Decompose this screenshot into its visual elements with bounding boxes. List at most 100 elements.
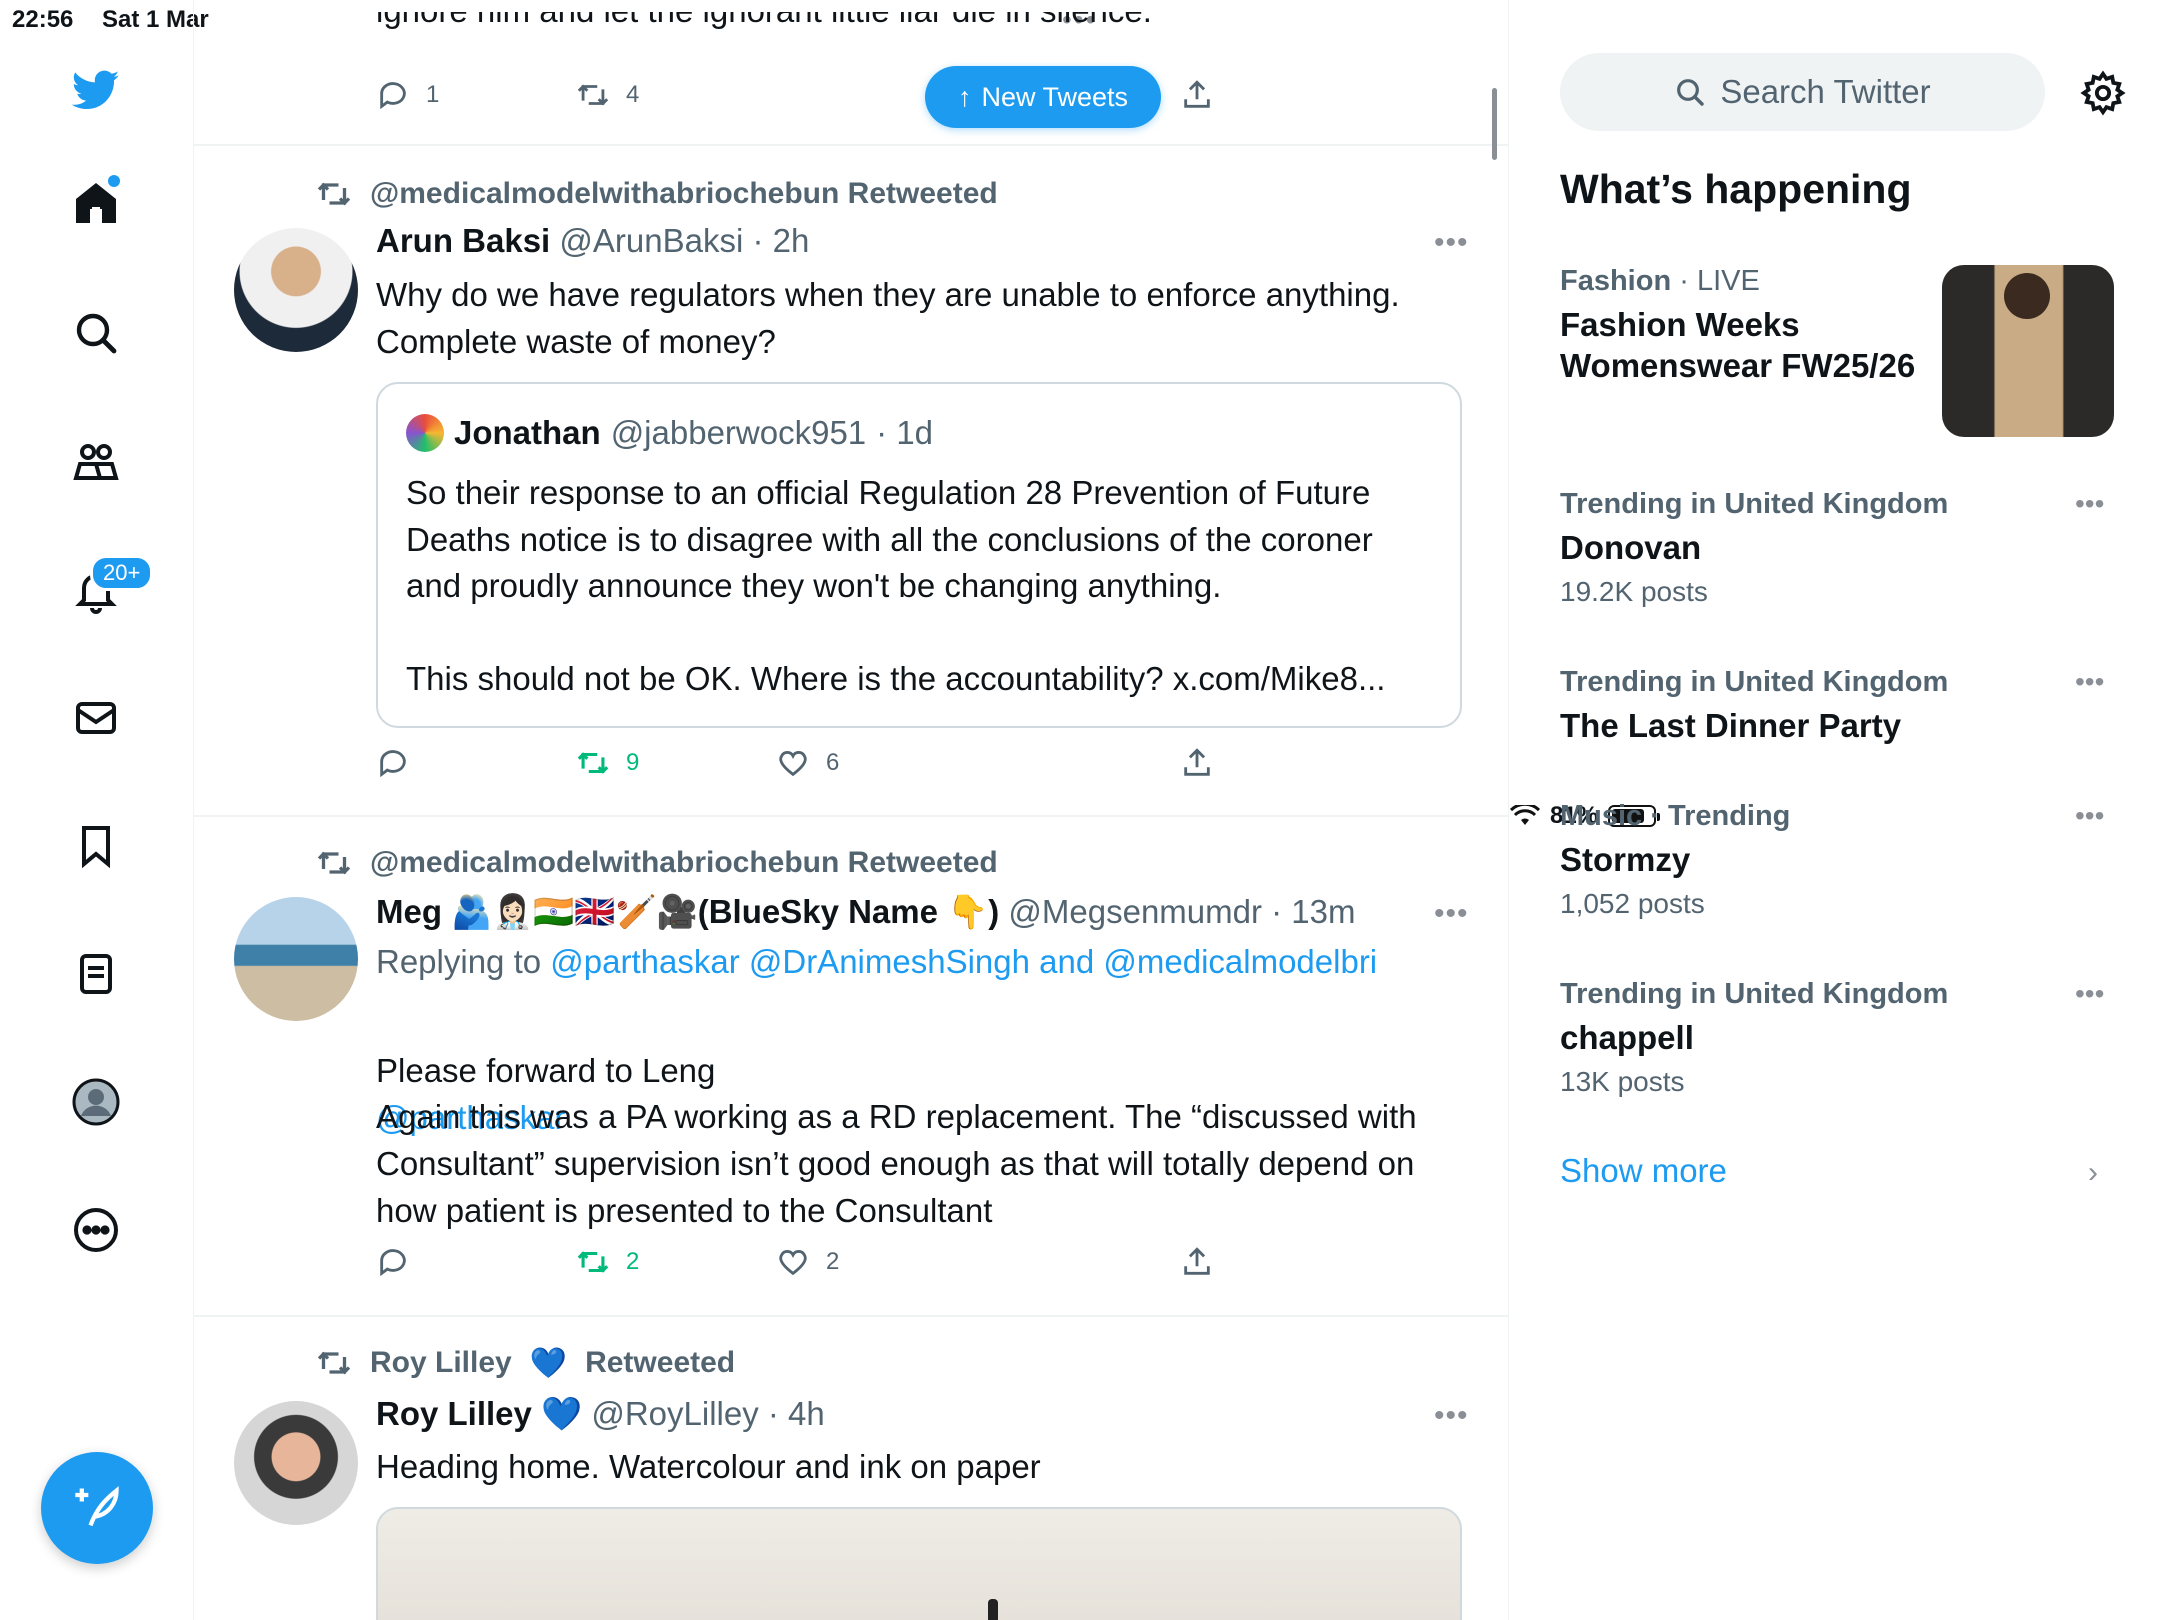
- right-sidebar: Search Twitter What’s happening Fashion …: [1510, 0, 2160, 1620]
- replying-to-links[interactable]: @parthaskar @DrAnimeshSingh and @medical…: [550, 943, 1377, 980]
- tweet-text: Why do we have regulators when they are …: [376, 276, 1400, 360]
- retweeted-by-name: Roy Lilley: [370, 1346, 512, 1379]
- like-count: 6: [826, 749, 840, 776]
- retweeted-suffix: Retweeted: [585, 1346, 736, 1379]
- tweet-partial[interactable]: ignore him and let the ignorant little l…: [194, 0, 1508, 146]
- tweet[interactable]: @medicalmodelwithabriochebun Retweeted M…: [194, 817, 1508, 1317]
- author-name[interactable]: Arun Baksi: [376, 222, 550, 259]
- avatar[interactable]: [234, 897, 358, 1021]
- retweeted-by-label: @medicalmodelwithabriochebun Retweeted: [370, 177, 998, 210]
- search-input[interactable]: Search Twitter: [1560, 53, 2045, 131]
- tweet-header: Roy Lilley 💙 @RoyLilley · 4h: [376, 1395, 825, 1434]
- share-button[interactable]: [1180, 1245, 1214, 1279]
- replying-to: Replying to @parthaskar @DrAnimeshSingh …: [376, 943, 1377, 981]
- quote-header: Jonathan @jabberwock951 · 1d: [406, 414, 933, 452]
- new-tweets-button[interactable]: ↑ New Tweets: [925, 66, 1161, 128]
- trend-thumbnail-image[interactable]: [1942, 265, 2114, 437]
- tweet-time[interactable]: · 13m: [1271, 893, 1355, 930]
- trend-item[interactable]: Music · Trending Stormzy 1,052 posts: [1560, 800, 2120, 920]
- retweet-button[interactable]: 9: [576, 746, 639, 780]
- retweet-icon: [577, 1251, 609, 1273]
- reply-button[interactable]: [376, 1245, 410, 1279]
- avatar[interactable]: [234, 228, 358, 352]
- reply-count: 1: [426, 81, 440, 108]
- lists-icon[interactable]: [66, 944, 126, 1004]
- tweet-header: Meg 🫂👩🏻‍⚕️🇮🇳🇬🇧🏏🎥(BlueSky Name 👇) @Megsen…: [376, 893, 1356, 932]
- tweet-time[interactable]: · 2h: [752, 222, 809, 259]
- trend-category: Trending in United Kingdom: [1560, 978, 1949, 1010]
- like-button[interactable]: 6: [776, 746, 839, 780]
- trend-topic: Donovan: [1560, 529, 1702, 566]
- trend-more-icon[interactable]: •••: [2075, 978, 2104, 1010]
- tweet-text-prefix: Please forward to Leng: [376, 1052, 716, 1089]
- search-icon: [1677, 79, 1705, 106]
- like-button[interactable]: 2: [776, 1245, 839, 1279]
- trend-live: · LIVE: [1679, 265, 1760, 297]
- quote-time: · 1d: [876, 414, 934, 451]
- trend-item[interactable]: Trending in United Kingdom chappell 13K …: [1560, 978, 2120, 1098]
- author-handle[interactable]: @RoyLilley: [591, 1395, 758, 1432]
- explore-search-icon[interactable]: [66, 303, 126, 363]
- retweet-button[interactable]: 4: [576, 78, 639, 112]
- trend-item[interactable]: Trending in United Kingdom The Last Dinn…: [1560, 666, 2120, 746]
- left-navigation: 20+: [0, 0, 194, 1620]
- tweet[interactable]: @medicalmodelwithabriochebun Retweeted A…: [194, 146, 1508, 817]
- trend-posts: 1,052 posts: [1560, 888, 1705, 919]
- messages-mail-icon[interactable]: [66, 688, 126, 748]
- feed-scrollbar[interactable]: [1492, 88, 1497, 160]
- trend-item[interactable]: Fashion · LIVE Fashion Weeks Womenswear …: [1560, 265, 1940, 386]
- retweet-count: 2: [626, 1248, 640, 1275]
- settings-gear-icon[interactable]: [2080, 70, 2126, 116]
- notifications-badge: 20+: [90, 555, 154, 591]
- home-timeline[interactable]: ignore him and let the ignorant little l…: [194, 0, 1509, 1620]
- feather-plus-icon: [75, 1486, 119, 1527]
- quote-avatar: [406, 414, 444, 452]
- retweet-button[interactable]: 2: [576, 1245, 639, 1279]
- heart-icon: [779, 751, 807, 777]
- tweet-more-icon[interactable]: •••: [1434, 226, 1469, 260]
- avatar[interactable]: [234, 1401, 358, 1525]
- reply-button[interactable]: [376, 746, 410, 780]
- tweet-more-icon[interactable]: •••: [1434, 897, 1469, 931]
- more-options-icon[interactable]: [66, 1200, 126, 1260]
- trend-more-icon[interactable]: •••: [2075, 666, 2104, 698]
- author-handle[interactable]: @Megsenmumdr: [1008, 893, 1262, 930]
- show-more-link[interactable]: Show more: [1560, 1152, 1727, 1190]
- communities-icon[interactable]: [66, 432, 126, 492]
- quote-author-name: Jonathan: [454, 414, 601, 451]
- trend-category: Trending in United Kingdom: [1560, 666, 1949, 698]
- like-count: 2: [826, 1248, 840, 1275]
- compose-tweet-button[interactable]: [41, 1452, 153, 1564]
- reply-button[interactable]: 1: [376, 78, 439, 112]
- author-handle[interactable]: @ArunBaksi: [559, 222, 743, 259]
- bookmarks-icon[interactable]: [66, 816, 126, 876]
- trend-category: Music · Trending: [1560, 800, 1791, 832]
- share-button[interactable]: [1180, 746, 1214, 780]
- quoted-tweet[interactable]: Jonathan @jabberwock951 · 1d So their re…: [376, 382, 1462, 728]
- trend-topic: Fashion Weeks Womenswear FW25/26: [1560, 306, 1916, 384]
- arrow-up-icon: ↑: [957, 81, 972, 112]
- twitter-logo-icon[interactable]: [66, 60, 126, 120]
- retweet-count: 9: [626, 749, 640, 776]
- trend-more-icon[interactable]: •••: [2075, 800, 2104, 832]
- tweet[interactable]: Roy Lilley 💙 Retweeted Roy Lilley 💙 @Roy…: [194, 1317, 1508, 1620]
- author-name[interactable]: Meg 🫂👩🏻‍⚕️🇮🇳🇬🇧🏏🎥(BlueSky Name 👇): [376, 893, 999, 930]
- reply-icon: [380, 750, 406, 778]
- trend-topic: chappell: [1560, 1019, 1694, 1056]
- tweet-more-icon[interactable]: •••: [1434, 1399, 1469, 1433]
- trend-item[interactable]: Trending in United Kingdom Donovan 19.2K…: [1560, 488, 2120, 608]
- trend-topic: The Last Dinner Party: [1560, 707, 1902, 744]
- retweet-icon: [317, 851, 351, 875]
- retweet-icon: [577, 752, 609, 774]
- profile-avatar-icon[interactable]: [66, 1072, 126, 1132]
- blue-heart-emoji: 💙: [529, 1346, 568, 1380]
- author-name[interactable]: Roy Lilley: [376, 1395, 532, 1432]
- tweet-media-image[interactable]: [376, 1507, 1462, 1620]
- trend-more-icon[interactable]: •••: [2075, 488, 2104, 520]
- tweet-time[interactable]: · 4h: [768, 1395, 825, 1432]
- tweet-header: Arun Baksi @ArunBaksi · 2h: [376, 222, 809, 260]
- retweeted-by: Roy Lilley 💙 Retweeted: [316, 1345, 735, 1381]
- share-button[interactable]: [1180, 78, 1214, 112]
- chevron-right-icon[interactable]: ›: [2088, 1156, 2098, 1190]
- heart-icon: [779, 1250, 807, 1276]
